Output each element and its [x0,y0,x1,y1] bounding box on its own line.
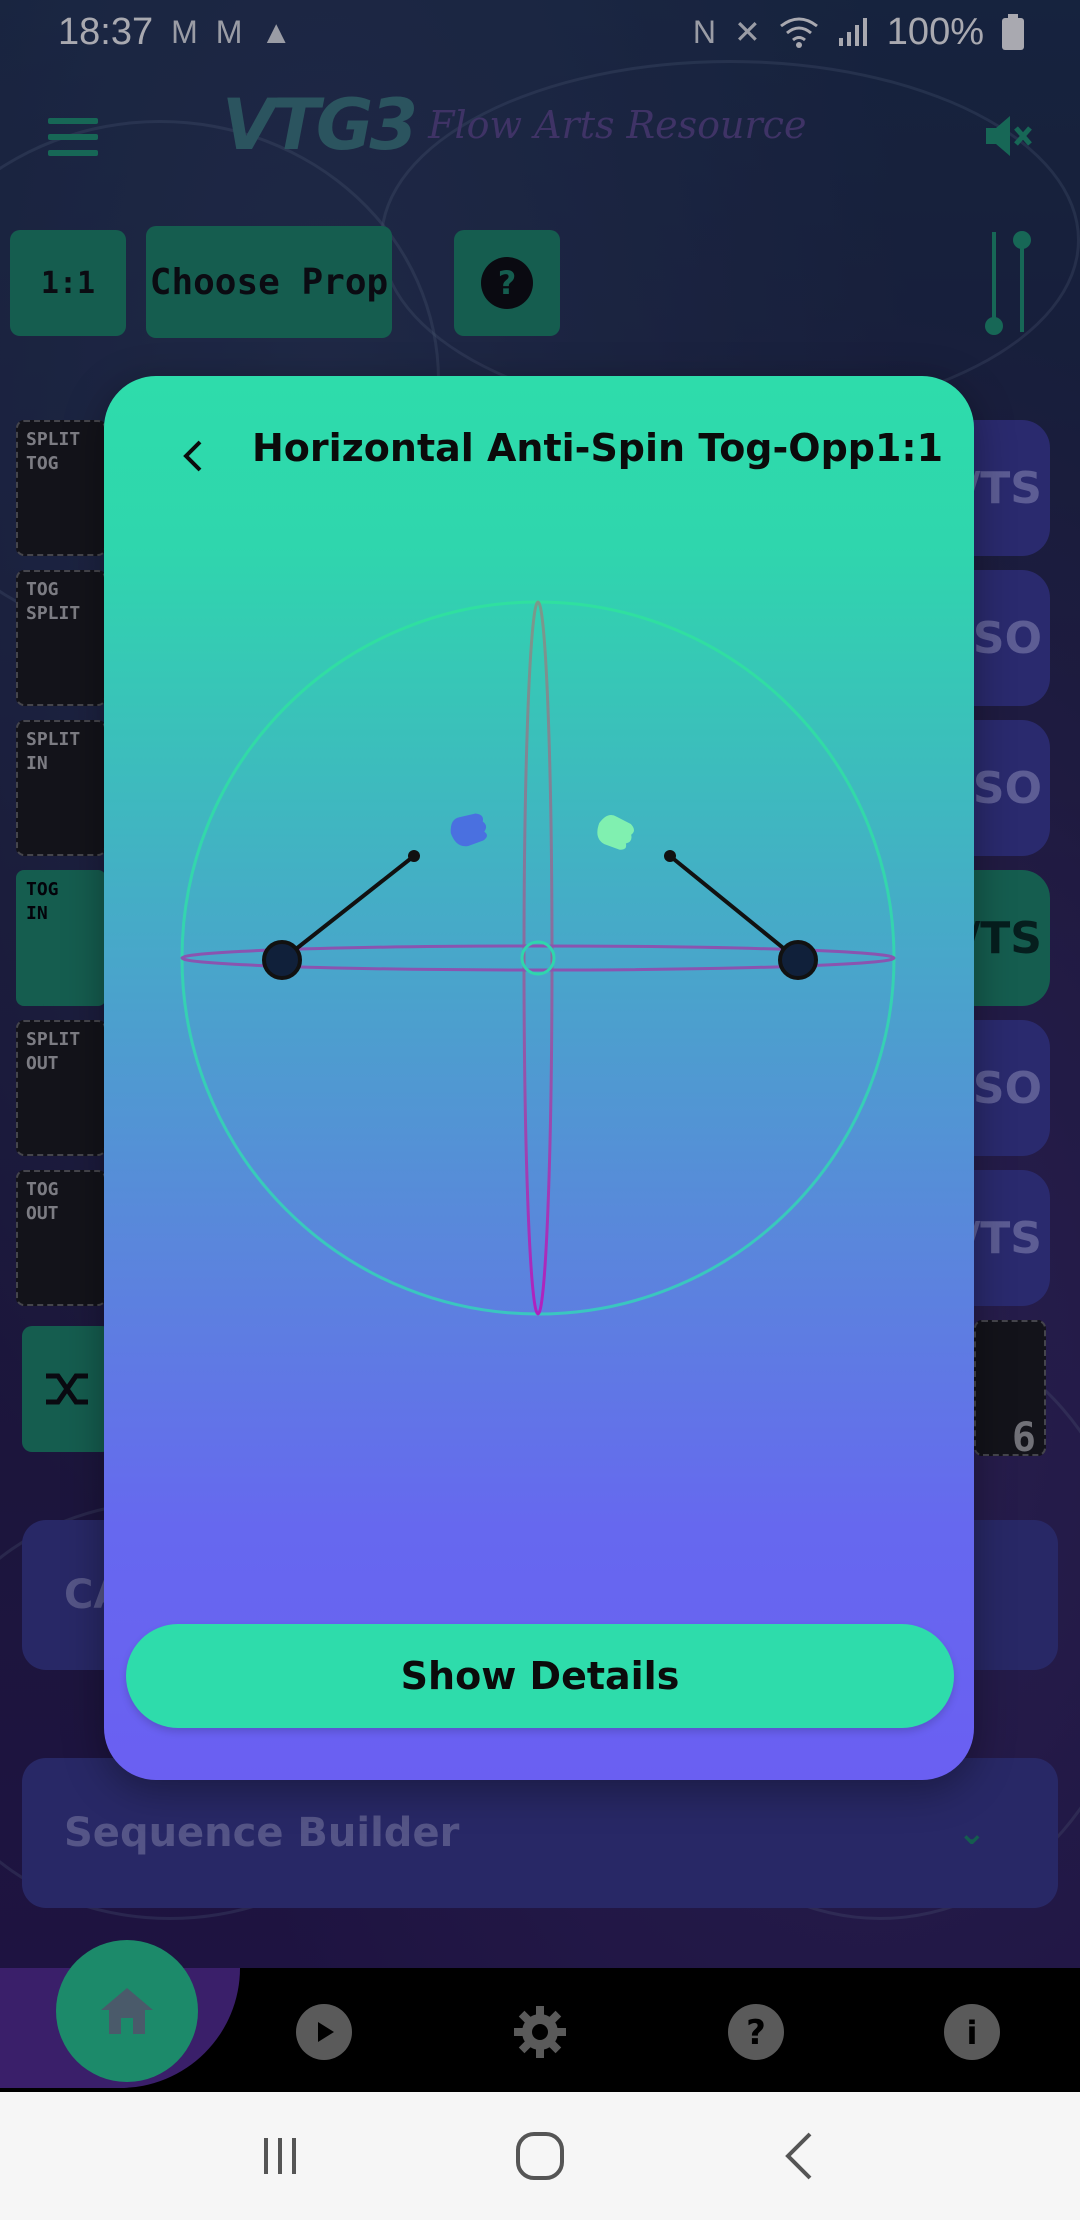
play-button[interactable] [296,2004,352,2060]
back-button[interactable] [164,428,220,484]
move-detail-modal: Horizontal Anti-Spin Tog-Opp1:1 Show Det… [104,376,974,1780]
chevron-left-icon [183,440,202,472]
info-button[interactable]: i [944,2004,1000,2060]
left-prop-tip [408,850,420,862]
right-prop-line [668,854,800,962]
vertical-axis [522,600,554,1316]
left-hand-icon [450,813,487,847]
modal-title: Horizontal Anti-Spin Tog-Opp1:1 [252,426,944,470]
help-nav-button[interactable]: ? [728,2004,784,2060]
show-details-button[interactable]: Show Details [126,1624,954,1728]
home-icon [101,1988,153,2034]
home-button[interactable] [56,1940,198,2082]
left-prop-line [280,854,416,962]
home-system-icon[interactable] [510,2126,570,2186]
settings-button[interactable] [512,2004,568,2060]
recents-icon[interactable] [250,2126,310,2186]
left-prop-head [262,940,302,980]
svg-text:i: i [967,2014,978,2052]
help-icon: ? [746,2013,766,2053]
gear-icon [514,2006,566,2058]
right-hand-icon [597,815,634,850]
play-icon [318,2022,334,2042]
info-icon: i [967,2014,978,2052]
right-prop-head [778,940,818,980]
back-system-icon[interactable] [770,2126,830,2186]
system-navigation-bar [0,2092,1080,2220]
spin-diagram [180,600,896,1316]
svg-text:?: ? [746,2013,766,2053]
modal-header: Horizontal Anti-Spin Tog-Opp1:1 [104,376,974,526]
right-prop-tip [664,850,676,862]
